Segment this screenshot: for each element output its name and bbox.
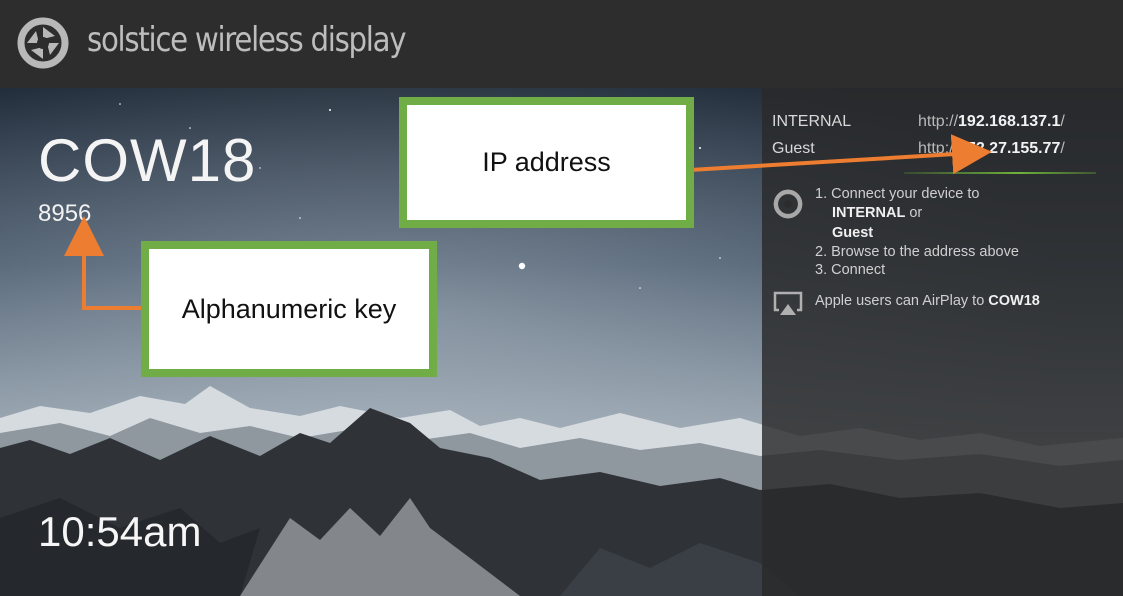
connection-info-panel	[762, 88, 1123, 596]
room-name: COW18	[38, 127, 257, 194]
instruction-step-3: 3. Connect	[815, 262, 886, 278]
ip-address: 192.168.137.1	[958, 113, 1061, 130]
instruction-step-1: 1. Connect your device to	[815, 186, 980, 202]
network-url: http://172.27.155.77/	[918, 140, 1065, 157]
app-title: solstice wireless display	[87, 20, 407, 60]
instruction-step-2: 2. Browse to the address above	[815, 244, 1019, 260]
network-label: INTERNAL	[772, 113, 852, 130]
network-url: http://192.168.137.1/	[918, 113, 1065, 130]
solstice-aperture-icon	[17, 17, 69, 69]
ip-address-callout: IP address	[399, 97, 694, 228]
alphanumeric-key-callout: Alphanumeric key	[141, 241, 437, 377]
solstice-aperture-icon	[773, 189, 803, 219]
instruction-network-guest: Guest	[832, 225, 874, 241]
airplay-instruction: Apple users can AirPlay to COW18	[815, 293, 1040, 309]
instruction-network-options: INTERNAL or	[832, 205, 923, 221]
room-key: 8956	[38, 200, 92, 227]
divider-line	[904, 172, 1096, 174]
clock: 10:54am	[38, 508, 202, 555]
network-label: Guest	[772, 140, 815, 157]
airplay-icon	[773, 291, 803, 315]
app-header: solstice wireless display	[0, 0, 1123, 88]
ip-address: 172.27.155.77	[958, 140, 1061, 157]
